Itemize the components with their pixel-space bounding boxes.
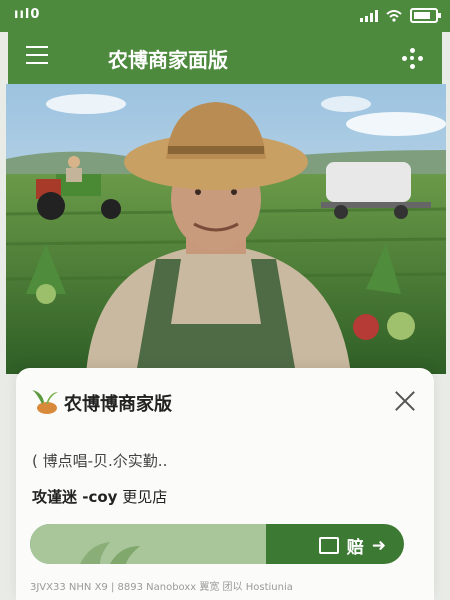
close-icon[interactable] xyxy=(394,390,416,412)
cta-progress-fill xyxy=(30,524,266,564)
cta-label: 赔 xyxy=(346,538,364,558)
page-title: 农博商家面版 xyxy=(108,48,228,72)
info-card: 农博博商家版 ( 博点唱-贝.尒实勤.. 攻谨迷 -coy 更见店 赔 ➜ 3J… xyxy=(16,368,434,600)
card-description: ( 博点唱-贝.尒实勤.. xyxy=(32,452,168,470)
sprout-logo-icon xyxy=(32,390,58,414)
chat-icon xyxy=(318,537,339,554)
store-line: 攻谨迷 -coy 更见店 xyxy=(32,486,167,507)
app-header: 农博商家面版 xyxy=(8,32,442,84)
status-bar: ııl0 xyxy=(0,0,450,32)
more-icon[interactable] xyxy=(402,48,424,70)
sprout-icon xyxy=(80,542,140,564)
card-title: 农博博商家版 xyxy=(64,394,172,415)
menu-icon[interactable] xyxy=(26,46,48,66)
footer-text: 3JVX33 NHN X9 | 8893 Nanoboxx 翼宽 团以 Host… xyxy=(30,582,293,593)
chat-button[interactable]: 赔 ➜ xyxy=(30,524,404,564)
battery-icon xyxy=(410,8,441,23)
store-address: 攻谨迷 -coy xyxy=(32,488,118,506)
arrow-right-icon: ➜ xyxy=(371,535,386,556)
carrier-label: ııl0 xyxy=(14,7,41,22)
cta-label-group: 赔 ➜ xyxy=(318,533,386,558)
store-link[interactable]: 更见店 xyxy=(122,488,167,506)
signal-icon xyxy=(360,9,378,22)
hero-farmer-image xyxy=(6,84,446,374)
wifi-icon xyxy=(386,9,402,22)
